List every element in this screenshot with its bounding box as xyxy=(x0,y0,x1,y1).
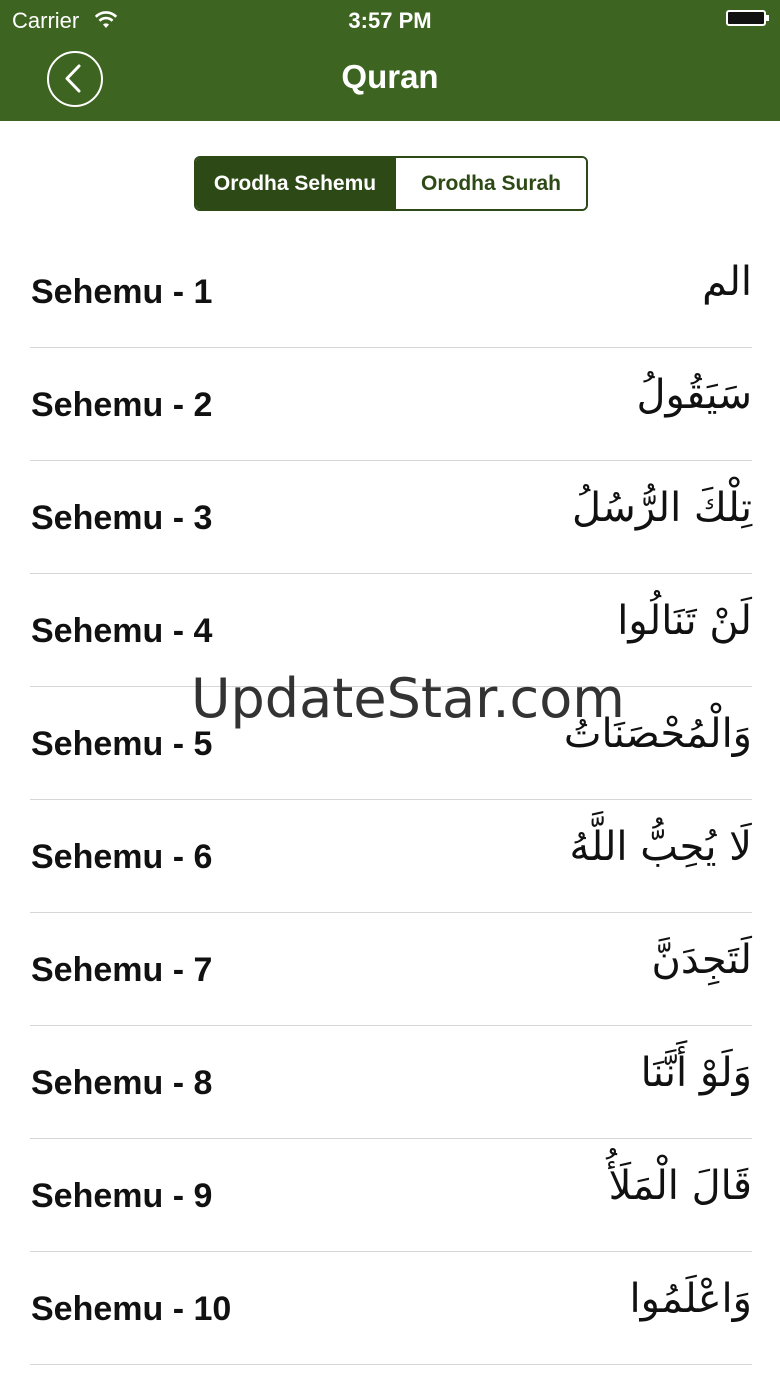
arabic-title: قَالَ الْمَلَأُ xyxy=(608,1163,752,1209)
sehemu-list: Sehemu - 1 الم Sehemu - 2 سَيَقُولُ Sehe… xyxy=(0,235,780,1365)
list-item[interactable]: Sehemu - 9 قَالَ الْمَلَأُ xyxy=(0,1139,780,1252)
sehemu-label: Sehemu - 6 xyxy=(31,838,213,876)
navigation-bar: Carrier 3:57 PM Quran xyxy=(0,0,780,121)
list-item[interactable]: Sehemu - 8 وَلَوْ أَنَّنَا xyxy=(0,1026,780,1139)
sehemu-label: Sehemu - 3 xyxy=(31,499,213,537)
sehemu-label: Sehemu - 5 xyxy=(31,725,213,763)
sehemu-label: Sehemu - 9 xyxy=(31,1177,213,1215)
arabic-title: لَتَجِدَنَّ xyxy=(651,937,752,983)
sehemu-label: Sehemu - 8 xyxy=(31,1064,213,1102)
list-item[interactable]: Sehemu - 2 سَيَقُولُ xyxy=(0,348,780,461)
arabic-title: وَلَوْ أَنَّنَا xyxy=(640,1050,752,1096)
arabic-title: وَاعْلَمُوا xyxy=(629,1276,752,1322)
list-item[interactable]: Sehemu - 1 الم xyxy=(0,235,780,348)
sehemu-label: Sehemu - 1 xyxy=(31,273,213,311)
sehemu-label: Sehemu - 10 xyxy=(31,1290,232,1328)
arabic-title: لَنْ تَنَالُوا xyxy=(617,598,752,644)
sehemu-label: Sehemu - 2 xyxy=(31,386,213,424)
watermark-text: UpdateStar.com xyxy=(191,667,625,730)
arabic-title: لَا يُحِبُّ اللَّهُ xyxy=(569,824,752,870)
segment-orodha-sehemu[interactable]: Orodha Sehemu xyxy=(196,158,394,209)
page-title: Quran xyxy=(341,58,439,95)
list-item[interactable]: Sehemu - 10 وَاعْلَمُوا xyxy=(0,1252,780,1365)
arabic-title: سَيَقُولُ xyxy=(636,372,752,418)
list-item[interactable]: Sehemu - 3 تِلْكَ الرُّسُلُ xyxy=(0,461,780,574)
arabic-title: تِلْكَ الرُّسُلُ xyxy=(572,485,752,531)
clock: 3:57 PM xyxy=(348,8,432,33)
list-type-segmented-control: Orodha Sehemu Orodha Surah xyxy=(194,156,588,211)
sehemu-label: Sehemu - 7 xyxy=(31,951,213,989)
battery-icon xyxy=(726,10,769,26)
status-bar: Carrier 3:57 PM xyxy=(0,0,780,40)
arabic-title: الم xyxy=(702,259,752,305)
list-item[interactable]: Sehemu - 7 لَتَجِدَنَّ xyxy=(0,913,780,1026)
list-item[interactable]: Sehemu - 6 لَا يُحِبُّ اللَّهُ xyxy=(0,800,780,913)
segment-orodha-surah[interactable]: Orodha Surah xyxy=(394,158,586,209)
sehemu-label: Sehemu - 4 xyxy=(31,612,213,650)
